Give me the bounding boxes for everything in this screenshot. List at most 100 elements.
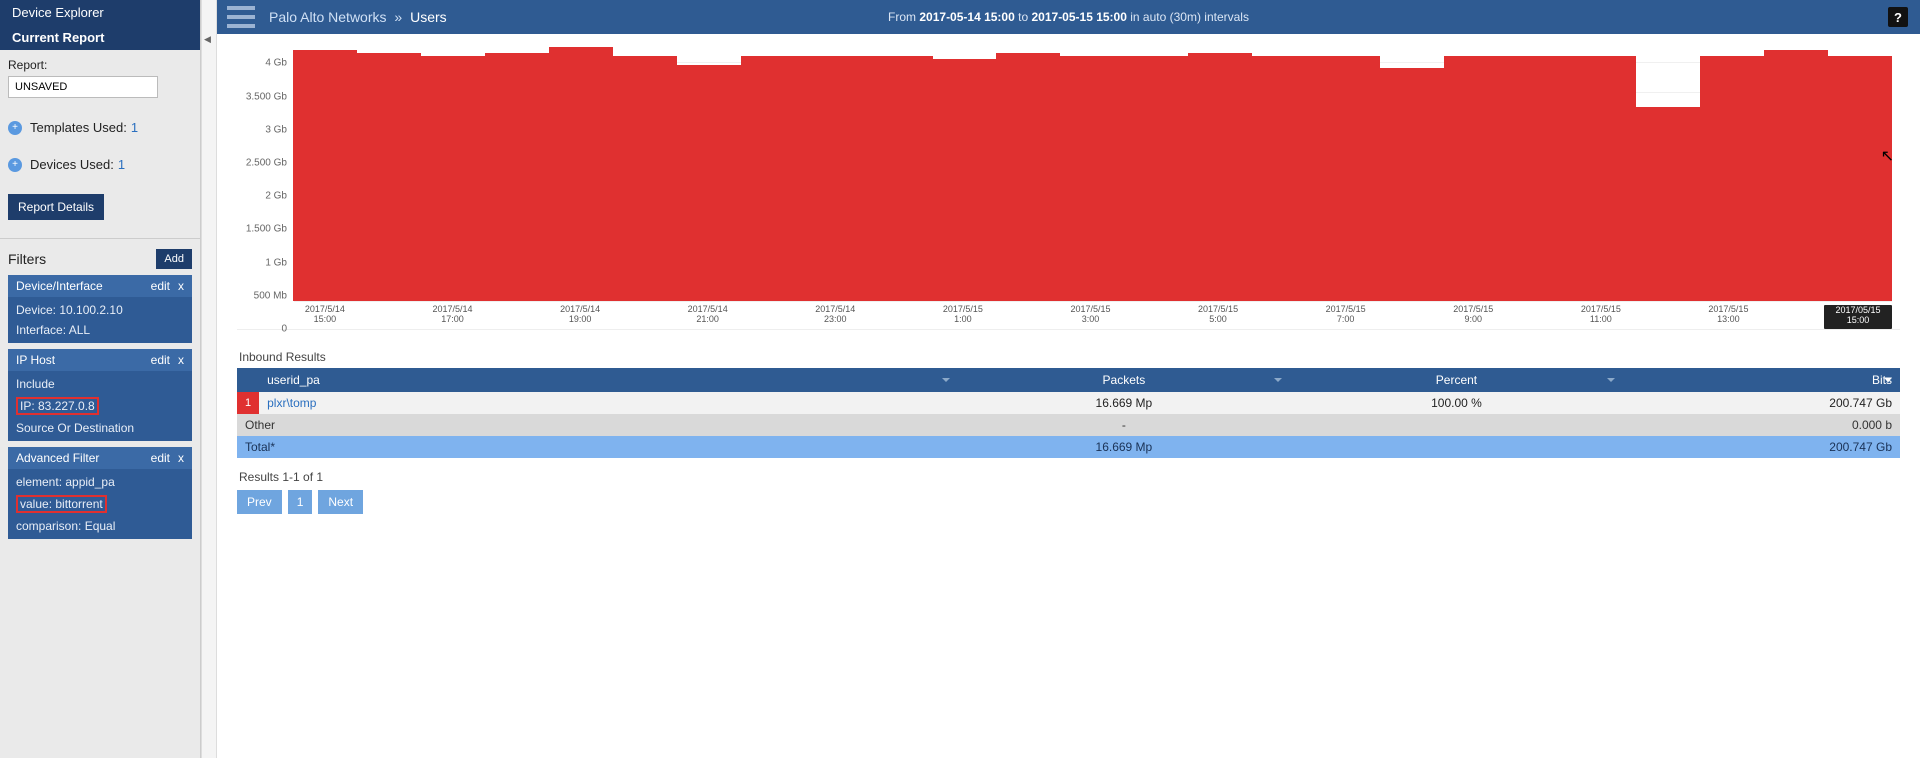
- chart-bar[interactable]: [1188, 53, 1252, 301]
- filter-interface-line: Interface: ALL: [16, 323, 184, 337]
- report-details-button[interactable]: Report Details: [8, 194, 104, 220]
- chart-xtick: 2017/5/14 17:00: [421, 305, 485, 329]
- chart-ytick: 0: [237, 324, 287, 335]
- nav-current-report[interactable]: Current Report: [0, 25, 200, 50]
- chart-xtick: 2017/5/14 21:00: [676, 305, 740, 329]
- time-range[interactable]: From 2017-05-14 15:00 to 2017-05-15 15:0…: [888, 10, 1249, 24]
- templates-used-row[interactable]: + Templates Used: 1: [8, 120, 192, 135]
- chart-bar[interactable]: [1700, 56, 1764, 301]
- range-to: 2017-05-15 15:00: [1031, 10, 1126, 24]
- filter-close[interactable]: x: [178, 451, 184, 465]
- chart-bar[interactable]: [1316, 56, 1380, 301]
- filter-include-line: Include: [16, 377, 184, 391]
- expand-icon: +: [8, 158, 22, 172]
- pager-next[interactable]: Next: [318, 490, 363, 514]
- chart-bar[interactable]: [741, 56, 805, 301]
- cell-bits: 200.747 Gb: [1623, 392, 1900, 414]
- chart-bar[interactable]: [1380, 68, 1444, 301]
- other-label: Other: [237, 414, 958, 436]
- filter-edit[interactable]: edit: [151, 353, 170, 367]
- col-percent[interactable]: Percent: [1290, 368, 1623, 392]
- filter-close[interactable]: x: [178, 279, 184, 293]
- chart-xtick: 2017/5/15 7:00: [1314, 305, 1378, 329]
- chart-bar[interactable]: [1508, 56, 1572, 301]
- help-button[interactable]: ?: [1888, 7, 1908, 27]
- chart-bar[interactable]: [1828, 56, 1892, 301]
- add-filter-button[interactable]: Add: [156, 249, 192, 269]
- pager-prev[interactable]: Prev: [237, 490, 282, 514]
- col-idx: [237, 368, 259, 392]
- breadcrumb-root[interactable]: Palo Alto Networks: [269, 9, 387, 25]
- report-input[interactable]: [8, 76, 158, 98]
- breadcrumb-sep: »: [394, 9, 402, 25]
- chart-xtick: 2017/5/15 11:00: [1569, 305, 1633, 329]
- chart-xtick: 2017/5/14 23:00: [803, 305, 867, 329]
- cell-percent: [1290, 436, 1623, 458]
- chart-bar[interactable]: [549, 47, 613, 301]
- hamburger-icon[interactable]: [227, 6, 255, 28]
- filter-title: IP Host: [16, 353, 55, 367]
- chart-bar[interactable]: [357, 53, 421, 301]
- devices-used-count: 1: [118, 157, 125, 172]
- filter-value-line: value: bittorrent: [16, 495, 107, 513]
- chart-bar[interactable]: [1124, 56, 1188, 301]
- chart-bar[interactable]: [1252, 56, 1316, 301]
- traffic-chart[interactable]: 2017/5/14 15:00 2017/5/14 17:00 2017/5/14 …: [237, 50, 1900, 330]
- chart-xtick: 2017/5/15 13:00: [1697, 305, 1761, 329]
- chart-bar[interactable]: [1764, 50, 1828, 301]
- chart-bar[interactable]: [677, 65, 741, 301]
- chart-xtick: 2017/5/15 9:00: [1441, 305, 1505, 329]
- chart-bar[interactable]: [421, 56, 485, 301]
- chart-bar[interactable]: [933, 59, 997, 301]
- breadcrumb: Palo Alto Networks » Users: [269, 9, 447, 25]
- chart-bar[interactable]: [996, 53, 1060, 301]
- filter-title: Advanced Filter: [16, 451, 99, 465]
- chart-ytick: 3.500 Gb: [237, 91, 287, 102]
- filter-ip-line: IP: 83.227.0.8: [16, 397, 99, 415]
- pager-summary: Results 1-1 of 1: [239, 470, 1900, 484]
- cell-bits: 0.000 b: [1623, 414, 1900, 436]
- chart-xtick: 2017/5/15 1:00: [931, 305, 995, 329]
- col-user[interactable]: userid_pa: [259, 368, 957, 392]
- table-row-other: Other-0.000 b: [237, 414, 1900, 436]
- topbar: Palo Alto Networks » Users From 2017-05-…: [217, 0, 1920, 34]
- chart-xtick: 2017/5/14 19:00: [548, 305, 612, 329]
- chart-bar[interactable]: [1444, 56, 1508, 301]
- chart-ytick: 2 Gb: [237, 191, 287, 202]
- filter-device-interface: Device/Interface edit x Device: 10.100.2…: [8, 275, 192, 343]
- chart-bar[interactable]: [293, 50, 357, 301]
- sidebar: Device Explorer Current Report Report: +…: [0, 0, 201, 758]
- templates-used-count: 1: [131, 120, 138, 135]
- chart-container: 2017/5/14 15:00 2017/5/14 17:00 2017/5/14 …: [217, 34, 1920, 340]
- cell-packets: 16.669 Mp: [958, 436, 1291, 458]
- col-bits[interactable]: Bits: [1623, 368, 1900, 392]
- chart-bar[interactable]: [1572, 56, 1636, 301]
- splitter-handle[interactable]: ◀: [201, 0, 217, 758]
- filter-device-line: Device: 10.100.2.10: [16, 303, 184, 317]
- chart-xtick: 2017/5/14 15:00: [293, 305, 357, 329]
- filter-edit[interactable]: edit: [151, 451, 170, 465]
- filter-comparison-line: comparison: Equal: [16, 519, 184, 533]
- col-packets[interactable]: Packets: [958, 368, 1291, 392]
- chart-bar[interactable]: [869, 56, 933, 301]
- range-suffix: in auto (30m) intervals: [1130, 10, 1249, 24]
- chart-xtick: 2017/5/15 5:00: [1186, 305, 1250, 329]
- chart-ytick: 1.500 Gb: [237, 224, 287, 235]
- chart-ytick: 2.500 Gb: [237, 157, 287, 168]
- nav-device-explorer[interactable]: Device Explorer: [0, 0, 200, 25]
- cell-percent: 100.00 %: [1290, 392, 1623, 414]
- chart-bar[interactable]: [613, 56, 677, 301]
- user-link[interactable]: plxr\tomp: [267, 396, 316, 410]
- chart-bar[interactable]: [485, 53, 549, 301]
- cell-percent: [1290, 414, 1623, 436]
- table-row[interactable]: 1plxr\tomp16.669 Mp100.00 %200.747 Gb: [237, 392, 1900, 414]
- chart-bar[interactable]: [1636, 107, 1700, 301]
- devices-used-row[interactable]: + Devices Used: 1: [8, 157, 192, 172]
- chart-bar[interactable]: [1060, 56, 1124, 301]
- chart-ytick: 1 Gb: [237, 257, 287, 268]
- results-table: userid_pa Packets Percent Bits 1plxr\tom…: [237, 368, 1900, 458]
- chart-bar[interactable]: [805, 56, 869, 301]
- filter-edit[interactable]: edit: [151, 279, 170, 293]
- pager-page-1[interactable]: 1: [288, 490, 313, 514]
- filter-close[interactable]: x: [178, 353, 184, 367]
